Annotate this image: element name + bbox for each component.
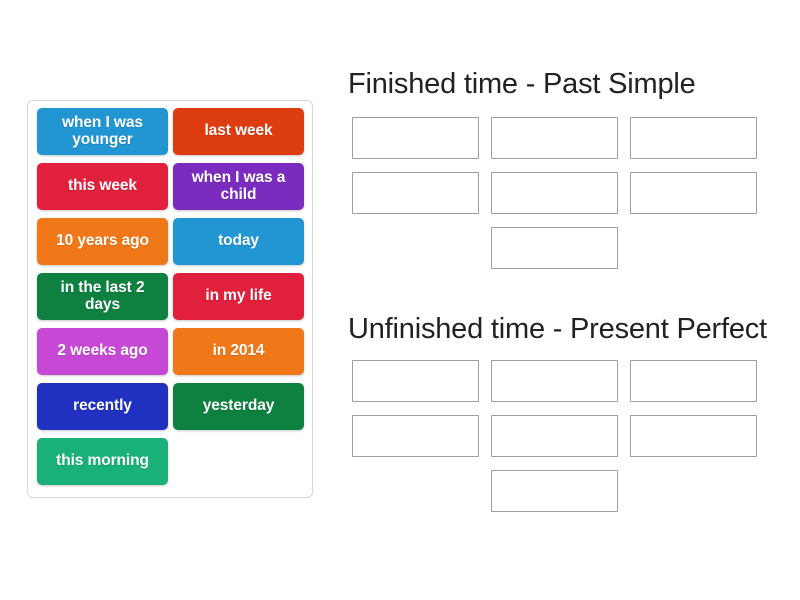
drop-zone[interactable] (352, 117, 479, 159)
drop-zone[interactable] (630, 415, 757, 457)
drop-zone[interactable] (630, 172, 757, 214)
drop-zone-grid (352, 117, 782, 282)
tile-grid: when I was younger last week this week w… (28, 108, 312, 493)
sort-group-unfinished-time: Unfinished time - Present Perfect (340, 313, 785, 525)
drop-zone[interactable] (630, 360, 757, 402)
draggable-tile[interactable]: in my life (173, 273, 304, 320)
drop-zone[interactable] (491, 360, 618, 402)
draggable-tile[interactable]: yesterday (173, 383, 304, 430)
tile-label: recently (73, 397, 132, 415)
draggable-tile[interactable]: last week (173, 108, 304, 155)
drop-zone[interactable] (491, 470, 618, 512)
draggable-tile[interactable]: this week (37, 163, 168, 210)
drop-zone[interactable] (491, 227, 618, 269)
drop-zone[interactable] (491, 415, 618, 457)
tile-label: when I was a child (191, 168, 286, 203)
tile-label: when I was younger (62, 113, 143, 148)
draggable-tile[interactable]: when I was a child (173, 163, 304, 210)
tile-label: yesterday (202, 397, 275, 415)
draggable-tile[interactable]: in the last 2 days (37, 273, 168, 320)
draggable-tile[interactable]: 2 weeks ago (37, 328, 168, 375)
draggable-tile[interactable]: 10 years ago (37, 218, 168, 265)
drop-zone[interactable] (491, 172, 618, 214)
draggable-tile[interactable]: recently (37, 383, 168, 430)
group-heading: Finished time - Past Simple (348, 68, 696, 100)
drop-zone[interactable] (352, 415, 479, 457)
tile-label: today (218, 232, 259, 250)
tile-label: 2 weeks ago (57, 342, 148, 360)
drop-zone[interactable] (352, 172, 479, 214)
tile-label: in 2014 (212, 342, 265, 360)
sort-group-finished-time: Finished time - Past Simple (340, 68, 785, 282)
sort-area: Finished time - Past Simple Unfinished t… (340, 68, 785, 525)
tile-label: this morning (56, 452, 149, 470)
draggable-tile[interactable]: when I was younger (37, 108, 168, 155)
tile-label: 10 years ago (56, 232, 149, 250)
draggable-tile[interactable]: this morning (37, 438, 168, 485)
word-bank-panel: when I was younger last week this week w… (27, 100, 313, 498)
tile-label: in the last 2 days (60, 278, 145, 313)
draggable-tile[interactable]: today (173, 218, 304, 265)
tile-label: last week (204, 122, 273, 140)
drop-zone-grid (352, 360, 782, 525)
drop-zone[interactable] (352, 360, 479, 402)
drop-zone[interactable] (491, 117, 618, 159)
drop-zone[interactable] (630, 117, 757, 159)
tile-label: this week (68, 177, 137, 195)
draggable-tile[interactable]: in 2014 (173, 328, 304, 375)
group-heading: Unfinished time - Present Perfect (348, 313, 767, 345)
tile-label: in my life (205, 287, 272, 305)
